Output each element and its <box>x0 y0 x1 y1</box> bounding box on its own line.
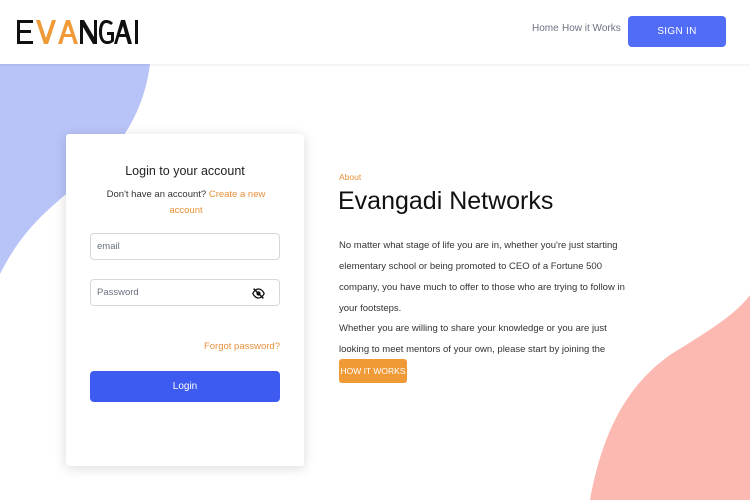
about-paragraph-1: No matter what stage of life you are in,… <box>339 240 625 314</box>
password-placeholder: Password <box>97 287 139 298</box>
login-button[interactable]: Login <box>90 371 280 402</box>
login-title: Login to your account <box>125 164 245 178</box>
how-it-works-button[interactable]: HOW IT WORKS <box>339 359 407 383</box>
sign-in-button[interactable]: SIGN IN <box>628 16 726 47</box>
forgot-password-link[interactable]: Forgot password? <box>204 341 280 352</box>
logo-wordmark-icon <box>17 20 138 44</box>
nav-home-link[interactable]: Home <box>532 23 559 34</box>
email-input[interactable]: email <box>90 233 280 260</box>
password-input[interactable]: Password <box>90 279 280 306</box>
top-header: Home How it Works SIGN IN <box>0 0 750 64</box>
nav-how-it-works-link[interactable]: How it Works <box>562 23 621 34</box>
eye-slash-icon[interactable] <box>252 287 265 300</box>
login-card: Login to your account Don't have an acco… <box>66 134 304 466</box>
about-label: About <box>339 172 362 182</box>
email-placeholder: email <box>97 241 120 252</box>
about-title: Evangadi Networks <box>338 187 554 215</box>
evangadi-logo[interactable] <box>14 16 140 46</box>
signup-prompt: Don't have an account? Create a new acco… <box>106 187 266 219</box>
no-account-text: Don't have an account? <box>106 189 207 200</box>
